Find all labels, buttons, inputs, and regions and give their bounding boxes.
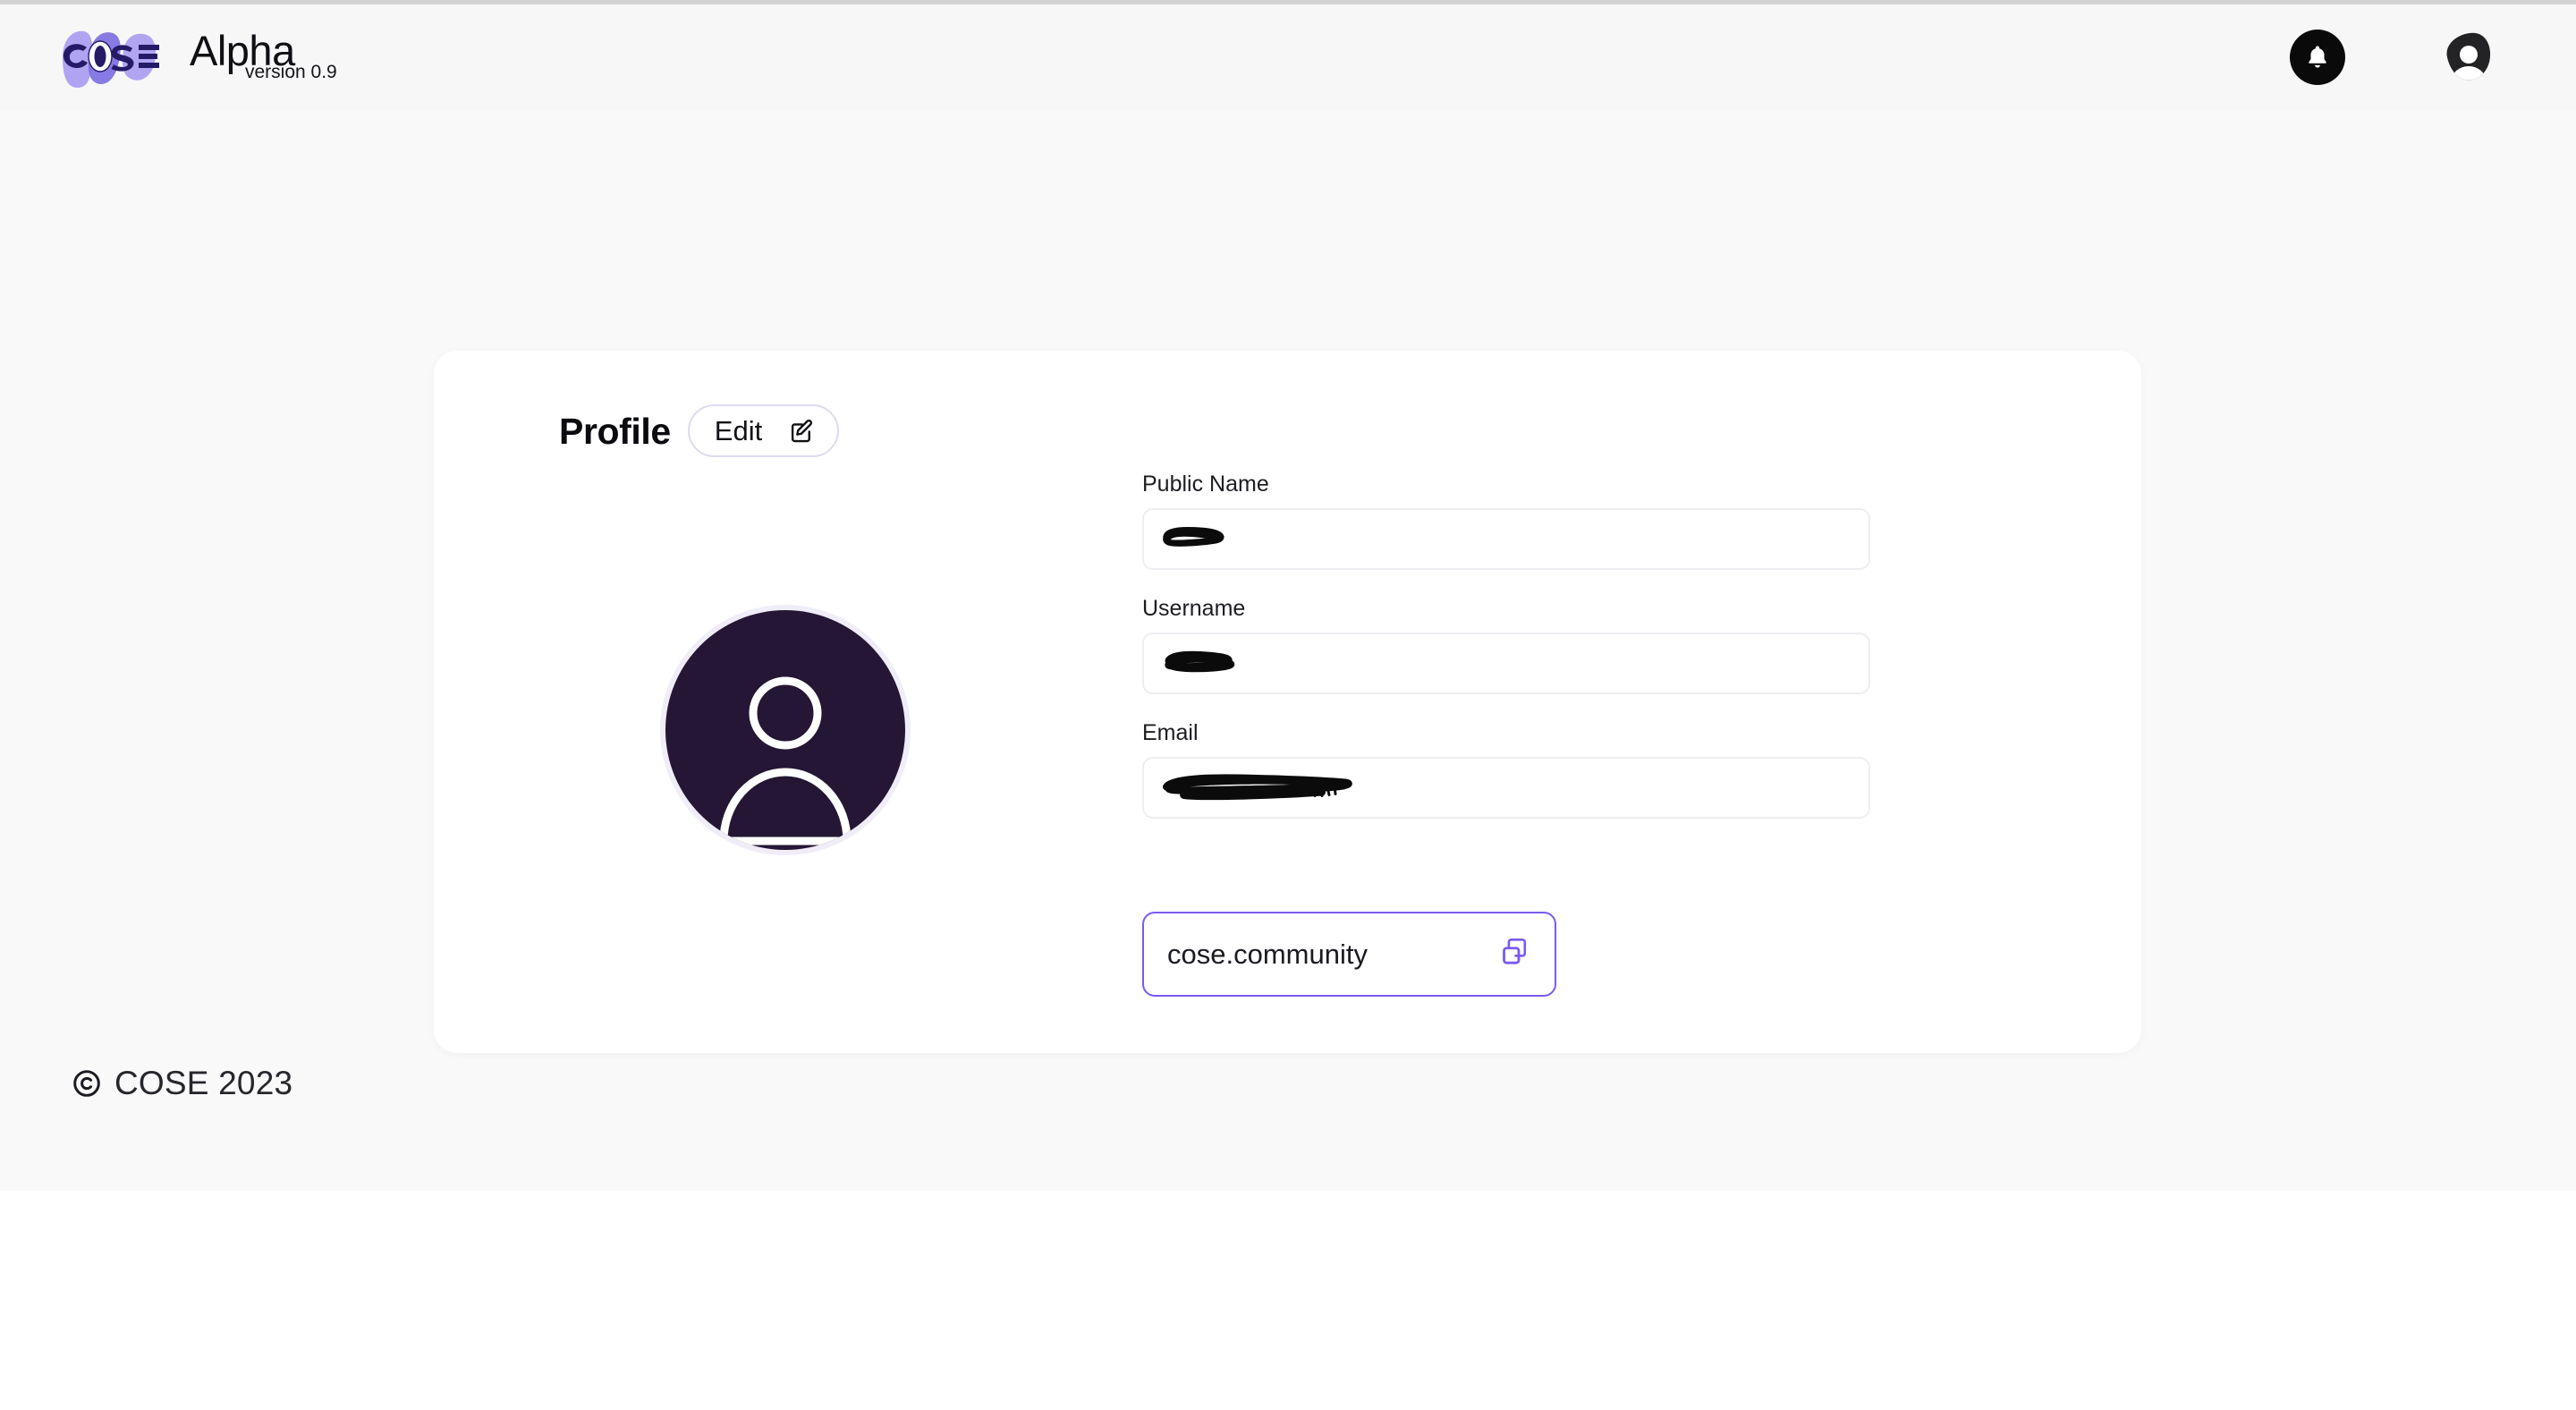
redacted-value <box>1161 522 1233 556</box>
header-actions <box>2290 4 2576 110</box>
field-username: Username <box>1142 595 1901 694</box>
edit-pencil-icon <box>789 418 816 445</box>
user-avatar-icon <box>2435 25 2499 89</box>
brand-text-block: Alpha version 0.9 <box>190 28 337 83</box>
footer-copyright-text: COSE 2023 <box>114 1065 293 1101</box>
footer: COSE 2023 <box>72 1065 292 1102</box>
profile-form: Public Name Username Email <box>1142 471 1901 844</box>
field-label-username: Username <box>1142 596 1246 621</box>
copy-icon[interactable] <box>1500 937 1530 972</box>
edit-profile-button[interactable]: Edit <box>687 404 840 457</box>
community-domain-value: cose.community <box>1167 938 1368 970</box>
email-input[interactable] <box>1142 757 1870 819</box>
profile-card-header: Profile Edit <box>559 404 840 457</box>
community-domain-field[interactable]: cose.community <box>1142 912 1556 997</box>
brand-version: version 0.9 <box>245 62 337 82</box>
profile-avatar[interactable] <box>658 603 912 857</box>
cose-logo-icon[interactable] <box>50 24 165 92</box>
user-avatar-button[interactable] <box>2435 25 2499 89</box>
redacted-value <box>1161 646 1243 681</box>
profile-card: Profile Edit Public Name Username Email … <box>434 351 2141 1053</box>
field-public-name: Public Name <box>1142 471 1901 570</box>
notifications-button[interactable] <box>2290 30 2345 85</box>
app-surface: Alpha version 0.9 Profile Edit Public Na… <box>0 4 2576 1191</box>
field-label-email: Email <box>1142 720 1199 745</box>
bell-icon <box>2302 42 2333 72</box>
app-header: Alpha version 0.9 <box>0 4 2576 110</box>
redacted-value <box>1161 769 1360 807</box>
username-input[interactable] <box>1142 633 1870 694</box>
field-email: Email <box>1142 719 1901 819</box>
page-title: Profile <box>559 410 671 452</box>
field-label-public-name: Public Name <box>1142 471 1269 497</box>
brand-block[interactable]: Alpha version 0.9 <box>50 24 337 92</box>
edit-button-label: Edit <box>714 414 763 446</box>
copyright-icon <box>72 1068 102 1099</box>
public-name-input[interactable] <box>1142 508 1870 570</box>
